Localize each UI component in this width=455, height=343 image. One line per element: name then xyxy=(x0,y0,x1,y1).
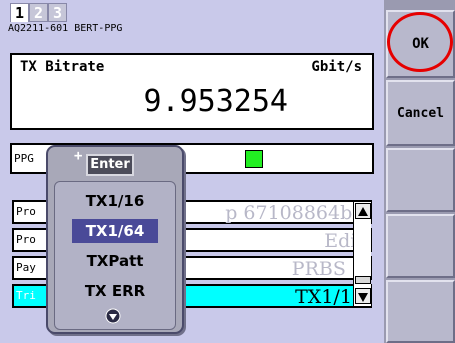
pattern-row-value: p 67108864bit xyxy=(225,202,366,224)
scroll-down-icon[interactable] xyxy=(105,308,121,324)
tab-1[interactable]: 1 xyxy=(10,3,29,22)
pattern-row-length: 67108864bit xyxy=(243,202,366,224)
triangle-down-icon xyxy=(358,293,368,302)
ok-highlight-circle xyxy=(387,12,453,72)
bitrate-label: TX Bitrate xyxy=(20,59,105,75)
bitrate-value: 9.953254 xyxy=(143,84,289,119)
cancel-button[interactable]: Cancel xyxy=(386,80,455,146)
tab-2[interactable]: 2 xyxy=(29,3,48,22)
pattern-row-label: Pro xyxy=(16,205,36,218)
menu-item-txpatt[interactable]: TXPatt xyxy=(72,249,158,273)
ppg-status-indicator xyxy=(245,150,263,168)
module-title: AQ2211-601 BERT-PPG xyxy=(8,23,123,34)
program-row-label: Pro xyxy=(16,233,36,246)
triangle-up-icon xyxy=(358,207,368,216)
tab-3[interactable]: 3 xyxy=(48,3,67,22)
popup-menu: + Enter TX1/16 TX1/64 TXPatt TX ERR xyxy=(46,145,184,334)
scroll-down-button[interactable] xyxy=(355,288,371,304)
payload-row-label: Pay xyxy=(16,261,36,274)
softkey-5[interactable] xyxy=(386,280,455,343)
cancel-label: Cancel xyxy=(397,105,444,121)
scroll-up-button[interactable] xyxy=(355,203,371,219)
scroll-thumb[interactable] xyxy=(355,276,371,284)
softkey-3[interactable] xyxy=(386,148,455,212)
pattern-row-prefix: p xyxy=(225,202,238,224)
softkey-4[interactable] xyxy=(386,214,455,278)
bitrate-box[interactable]: TX Bitrate Gbit/s 9.953254 xyxy=(10,53,374,130)
menu-item-tx1-64[interactable]: TX1/64 xyxy=(72,219,158,243)
menu-item-tx1-16[interactable]: TX1/16 xyxy=(72,189,158,213)
circle-down-arrow-icon xyxy=(105,308,121,324)
enter-button[interactable]: Enter xyxy=(86,154,134,176)
plus-icon: + xyxy=(74,148,83,164)
menu-item-tx-err[interactable]: TX ERR xyxy=(72,279,158,303)
ppg-label: PPG xyxy=(14,152,34,165)
bitrate-unit: Gbit/s xyxy=(311,59,362,75)
trigger-row-label: Tri xyxy=(16,289,36,302)
